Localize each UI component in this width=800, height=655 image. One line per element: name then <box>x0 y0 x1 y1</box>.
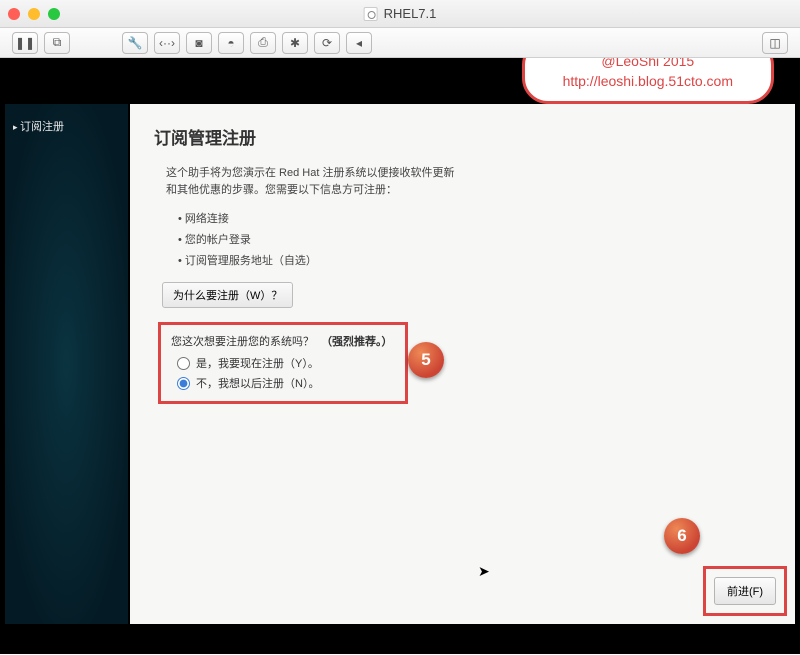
radio-register-no[interactable]: 不，我想以后注册（N）。 <box>177 375 395 391</box>
intro-text: 这个助手将为您演示在 Red Hat 注册系统以便接收软件更新 和其他优惠的步骤… <box>166 165 771 198</box>
installer-sidebar: 订阅注册 <box>5 104 130 624</box>
usb-icon[interactable]: ⎙ <box>250 32 276 54</box>
fullscreen-button[interactable]: ◫ <box>762 32 788 54</box>
list-item: 网络连接 <box>178 210 771 226</box>
radio-register-yes[interactable]: 是，我要现在注册（Y）。 <box>177 355 395 371</box>
list-item: 订阅管理服务地址（自选） <box>178 252 771 268</box>
watermark-line1: @LeoShi 2015 <box>563 58 733 72</box>
window-title: RHEL7.1 <box>364 6 437 21</box>
disk-icon[interactable]: ◙ <box>186 32 212 54</box>
forward-highlight: 前进(F) <box>703 566 787 616</box>
cd-icon[interactable]: ◓ <box>218 32 244 54</box>
mouse-cursor-icon: ➤ <box>478 563 490 580</box>
registration-question: 您这次想要注册您的系统吗？ （强烈推荐。） <box>171 333 395 349</box>
settings-icon[interactable]: 🔧 <box>122 32 148 54</box>
vm-display: @LeoShi 2015 http://leoshi.blog.51cto.co… <box>0 58 800 654</box>
registration-choice-box: 您这次想要注册您的系统吗？ （强烈推荐。） 是，我要现在注册（Y）。 不，我想以… <box>158 322 408 404</box>
vm-app-icon <box>364 7 378 21</box>
network-icon[interactable]: ‹··› <box>154 32 180 54</box>
bluetooth-icon[interactable]: ✱ <box>282 32 308 54</box>
close-window-button[interactable] <box>8 8 20 20</box>
snapshot-button[interactable]: ⧉ <box>44 32 70 54</box>
list-item: 您的帐户登录 <box>178 231 771 247</box>
radio-label-no: 不，我想以后注册（N）。 <box>196 375 319 391</box>
radio-input-yes[interactable] <box>177 357 190 370</box>
page-title: 订阅管理注册 <box>154 124 771 149</box>
requirements-list: 网络连接 您的帐户登录 订阅管理服务地址（自选） <box>178 210 771 268</box>
watermark-line2: http://leoshi.blog.51cto.com <box>563 72 733 92</box>
sync-icon[interactable]: ⟳ <box>314 32 340 54</box>
sidebar-step-current: 订阅注册 <box>13 118 120 134</box>
chevron-left-icon[interactable]: ◂ <box>346 32 372 54</box>
vm-toolbar: ❚❚ ⧉ 🔧 ‹··› ◙ ◓ ⎙ ✱ ⟳ ◂ ◫ <box>0 28 800 58</box>
mac-titlebar: RHEL7.1 <box>0 0 800 28</box>
forward-button[interactable]: 前进(F) <box>714 577 776 605</box>
radio-label-yes: 是，我要现在注册（Y）。 <box>196 355 319 371</box>
pause-button[interactable]: ❚❚ <box>12 32 38 54</box>
traffic-lights <box>8 8 60 20</box>
radio-input-no[interactable] <box>177 377 190 390</box>
zoom-window-button[interactable] <box>48 8 60 20</box>
why-register-button[interactable]: 为什么要注册（W）？ <box>162 282 293 308</box>
callout-6: 6 <box>664 518 700 554</box>
watermark-bubble: @LeoShi 2015 http://leoshi.blog.51cto.co… <box>522 58 774 104</box>
callout-5: 5 <box>408 342 444 378</box>
window-title-text: RHEL7.1 <box>384 6 437 21</box>
minimize-window-button[interactable] <box>28 8 40 20</box>
